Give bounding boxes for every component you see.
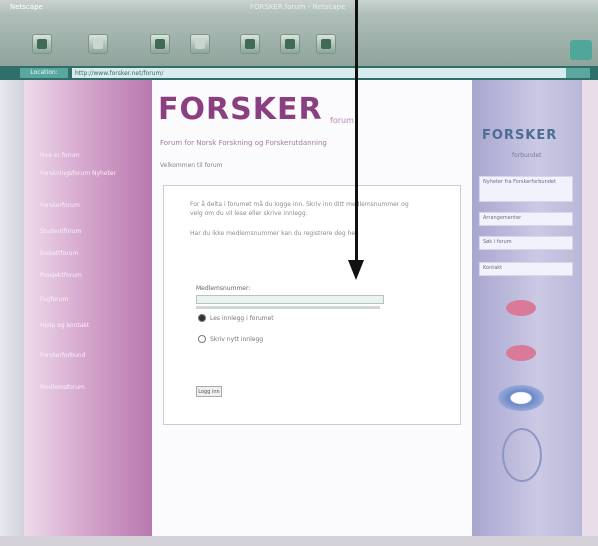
read-posts-radio[interactable] — [198, 314, 206, 322]
contact-box-label: Kontakt — [483, 265, 503, 271]
events-box-label: Arrangementer — [483, 215, 522, 221]
nav-item[interactable]: Hjelp og kontakt — [40, 322, 136, 329]
desktop-edge — [0, 80, 24, 546]
pointer-arrow-head-icon — [348, 260, 364, 280]
search-button[interactable] — [240, 34, 260, 54]
nav-item[interactable]: Forskningsforum Nyheter — [40, 170, 136, 177]
left-navigation — [24, 80, 152, 536]
nav-item[interactable]: Medlemsforum — [40, 384, 136, 391]
site-logo: FORSKER — [158, 92, 323, 127]
search-box-label: Søk i forum — [483, 239, 512, 245]
arrow-right-icon — [93, 39, 103, 49]
write-post-radio[interactable] — [198, 335, 206, 343]
site-logo-sub: forum — [330, 116, 354, 125]
arrow-left-icon — [37, 39, 47, 49]
nav-item[interactable]: Hva er forum — [40, 152, 136, 159]
news-box[interactable]: Nyheter fra Forskerforbundet — [479, 176, 573, 202]
site-tagline: Forum for Norsk Forskning og Forskerutda… — [160, 139, 327, 147]
write-post-label: Skriv nytt innlegg — [210, 336, 264, 343]
nav-item[interactable]: Studentforum — [40, 228, 136, 235]
window-title: FORSKER.forum - Netscape — [250, 3, 346, 11]
netscape-throbber-icon[interactable] — [570, 40, 592, 60]
go-button[interactable] — [566, 68, 590, 78]
input-underline — [196, 306, 380, 309]
home-button[interactable] — [190, 34, 210, 54]
location-label: Location: — [20, 68, 68, 78]
intro-text: For å delta i forumet må du logge inn. S… — [190, 201, 409, 217]
pointer-arrow-line — [355, 0, 358, 262]
breadcrumb: Velkommen til forum — [160, 162, 223, 169]
news-box-label: Nyheter fra Forskerforbundet — [483, 179, 556, 185]
register-link[interactable]: Har du ikke medlemsnummer kan du registr… — [190, 230, 430, 237]
print-button[interactable] — [280, 34, 300, 54]
status-bar — [0, 536, 598, 546]
contact-box[interactable]: Kontakt — [479, 262, 573, 276]
url-input[interactable] — [72, 68, 566, 78]
events-box[interactable]: Arrangementer — [479, 212, 573, 226]
reload-button[interactable] — [150, 34, 170, 54]
back-button[interactable] — [32, 34, 52, 54]
print-icon — [285, 39, 295, 49]
lock-icon — [321, 39, 331, 49]
emblem-icon — [502, 428, 542, 482]
member-number-input[interactable] — [196, 295, 384, 304]
search-icon — [245, 39, 255, 49]
search-box[interactable]: Søk i forum — [479, 236, 573, 250]
reload-icon — [155, 39, 165, 49]
red-badge-icon[interactable] — [506, 345, 536, 361]
app-title: Netscape — [10, 3, 43, 11]
read-posts-label: Les innlegg i forumet — [210, 315, 274, 322]
security-button[interactable] — [316, 34, 336, 54]
nav-item[interactable]: Prosjektforum — [40, 272, 136, 279]
login-button[interactable]: Logg inn — [196, 386, 222, 397]
partner-logo[interactable]: FORSKER — [482, 128, 557, 143]
intel-logo-icon[interactable] — [498, 385, 544, 411]
home-icon — [195, 39, 205, 49]
member-number-label: Medlemsnummer: — [196, 285, 251, 292]
red-badge-icon[interactable] — [506, 300, 536, 316]
nav-item[interactable]: Forskerforbund — [40, 352, 136, 359]
partner-logo-sub: forbundet — [512, 152, 542, 159]
nav-item[interactable]: Fagforum — [40, 296, 136, 303]
nav-item[interactable]: Forskerforum — [40, 202, 136, 209]
nav-item[interactable]: Debattforum — [40, 250, 136, 257]
forward-button[interactable] — [88, 34, 108, 54]
